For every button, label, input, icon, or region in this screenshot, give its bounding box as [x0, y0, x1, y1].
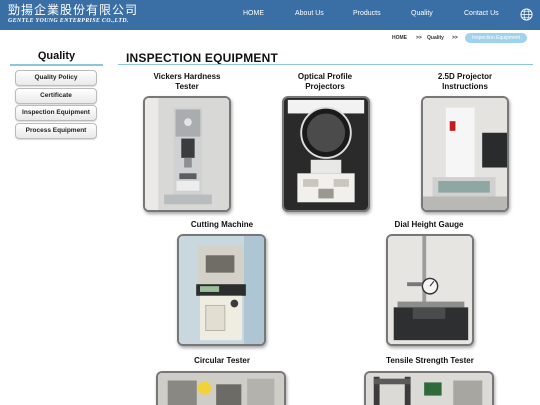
top-nav-bar: 勁揚企業股份有限公司 GENTLE YOUNG ENTERPRISE CO.,L…	[0, 0, 540, 30]
equipment-caption: Dial Height Gauge	[394, 220, 464, 229]
breadcrumb-quality[interactable]: Quality	[427, 35, 444, 41]
breadcrumb-separator: >>	[416, 35, 422, 41]
sidebar-title: Quality	[37, 50, 76, 62]
2-5d-projector-photo[interactable]	[421, 96, 509, 212]
breadcrumb-current: Inspection Equipment	[465, 33, 527, 43]
breadcrumb: HOME >> Quality >> Inspection Equipment	[392, 33, 532, 43]
vickers-hardness-tester-photo[interactable]	[143, 96, 231, 212]
equipment-caption: Optical Profile Projectors	[297, 72, 353, 91]
circular-tester-photo[interactable]	[156, 371, 286, 405]
nav-home[interactable]: HOME	[243, 10, 264, 17]
equipment-caption: 2.5D Projector Instructions	[437, 72, 493, 91]
globe-icon[interactable]	[520, 8, 533, 21]
cutting-machine-photo[interactable]	[177, 234, 266, 346]
equipment-caption: Cutting Machine	[190, 220, 254, 229]
nav-products[interactable]: Products	[353, 10, 381, 17]
nav-about-us[interactable]: About Us	[295, 10, 324, 17]
logo-english-name: GENTLE YOUNG ENTERPRISE CO.,LTD.	[8, 18, 129, 24]
company-logo[interactable]: 勁揚企業股份有限公司 GENTLE YOUNG ENTERPRISE CO.,L…	[8, 4, 138, 25]
sidebar-item-certificate[interactable]: Certificate	[15, 88, 97, 104]
nav-contact-us[interactable]: Contact Us	[464, 10, 499, 17]
equipment-caption: Vickers Hardness Tester	[153, 72, 221, 91]
sidebar-item-quality-policy[interactable]: Quality Policy	[15, 70, 97, 86]
sidebar-divider	[10, 64, 103, 66]
sidebar-item-inspection-equipment[interactable]: Inspection Equipment	[15, 105, 97, 121]
equipment-caption: Tensile Strength Tester	[386, 356, 474, 365]
optical-profile-projector-photo[interactable]	[282, 96, 370, 212]
equipment-caption: Circular Tester	[194, 356, 250, 365]
breadcrumb-home[interactable]: HOME	[392, 35, 407, 41]
sidebar-item-process-equipment[interactable]: Process Equipment	[15, 123, 97, 139]
page-title: INSPECTION EQUIPMENT	[126, 51, 279, 65]
tensile-strength-tester-photo[interactable]	[364, 371, 494, 405]
breadcrumb-separator: >>	[452, 35, 458, 41]
nav-quality[interactable]: Quality	[411, 10, 433, 17]
dial-height-gauge-photo[interactable]	[386, 234, 474, 346]
title-divider	[118, 64, 533, 65]
logo-chinese-name: 勁揚企業股份有限公司	[8, 3, 139, 17]
